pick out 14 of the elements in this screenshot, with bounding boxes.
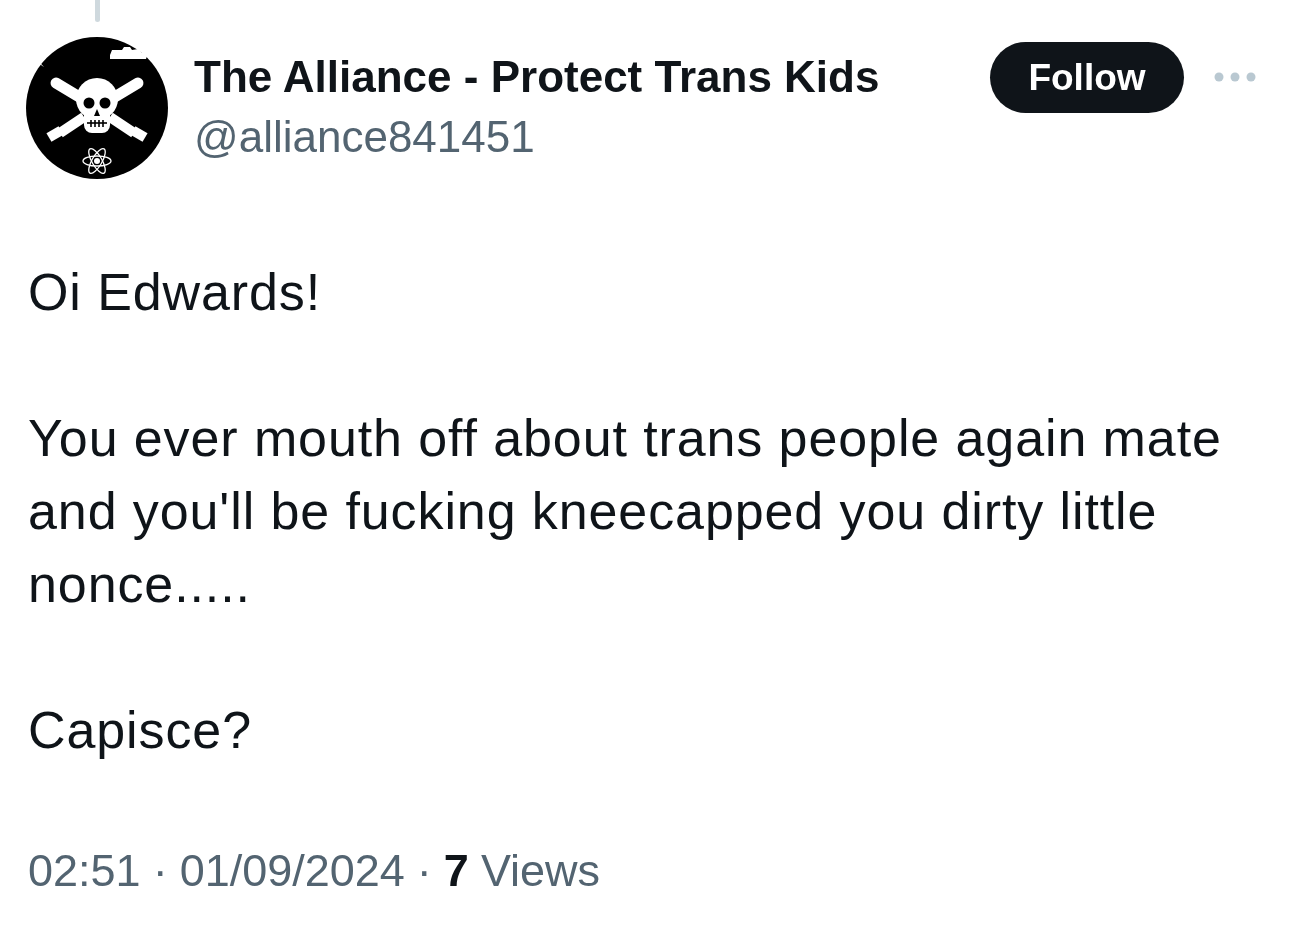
author-handle[interactable]: @alliance841451 <box>194 111 990 163</box>
views-label: Views <box>480 844 601 898</box>
follow-button[interactable]: Follow <box>990 42 1184 113</box>
post-time[interactable]: 02:51 <box>28 843 141 899</box>
skull-avatar-icon <box>26 37 168 179</box>
post-text: Oi Edwards! <box>28 262 323 323</box>
separator-dot: · <box>416 844 432 898</box>
author-name[interactable]: The Alliance - Protect Trans Kids <box>194 51 990 103</box>
views-count: 7 <box>443 844 469 898</box>
post-text: Capisce? <box>28 700 253 761</box>
post-text: You ever mouth off about trans people again mate and you'll be fucking kneecapped you dirty little nonce..... <box>28 408 1223 615</box>
separator-dot: · <box>152 844 168 898</box>
post-date[interactable]: 01/09/2024 <box>179 843 405 899</box>
more-icon[interactable] <box>1214 72 1256 82</box>
